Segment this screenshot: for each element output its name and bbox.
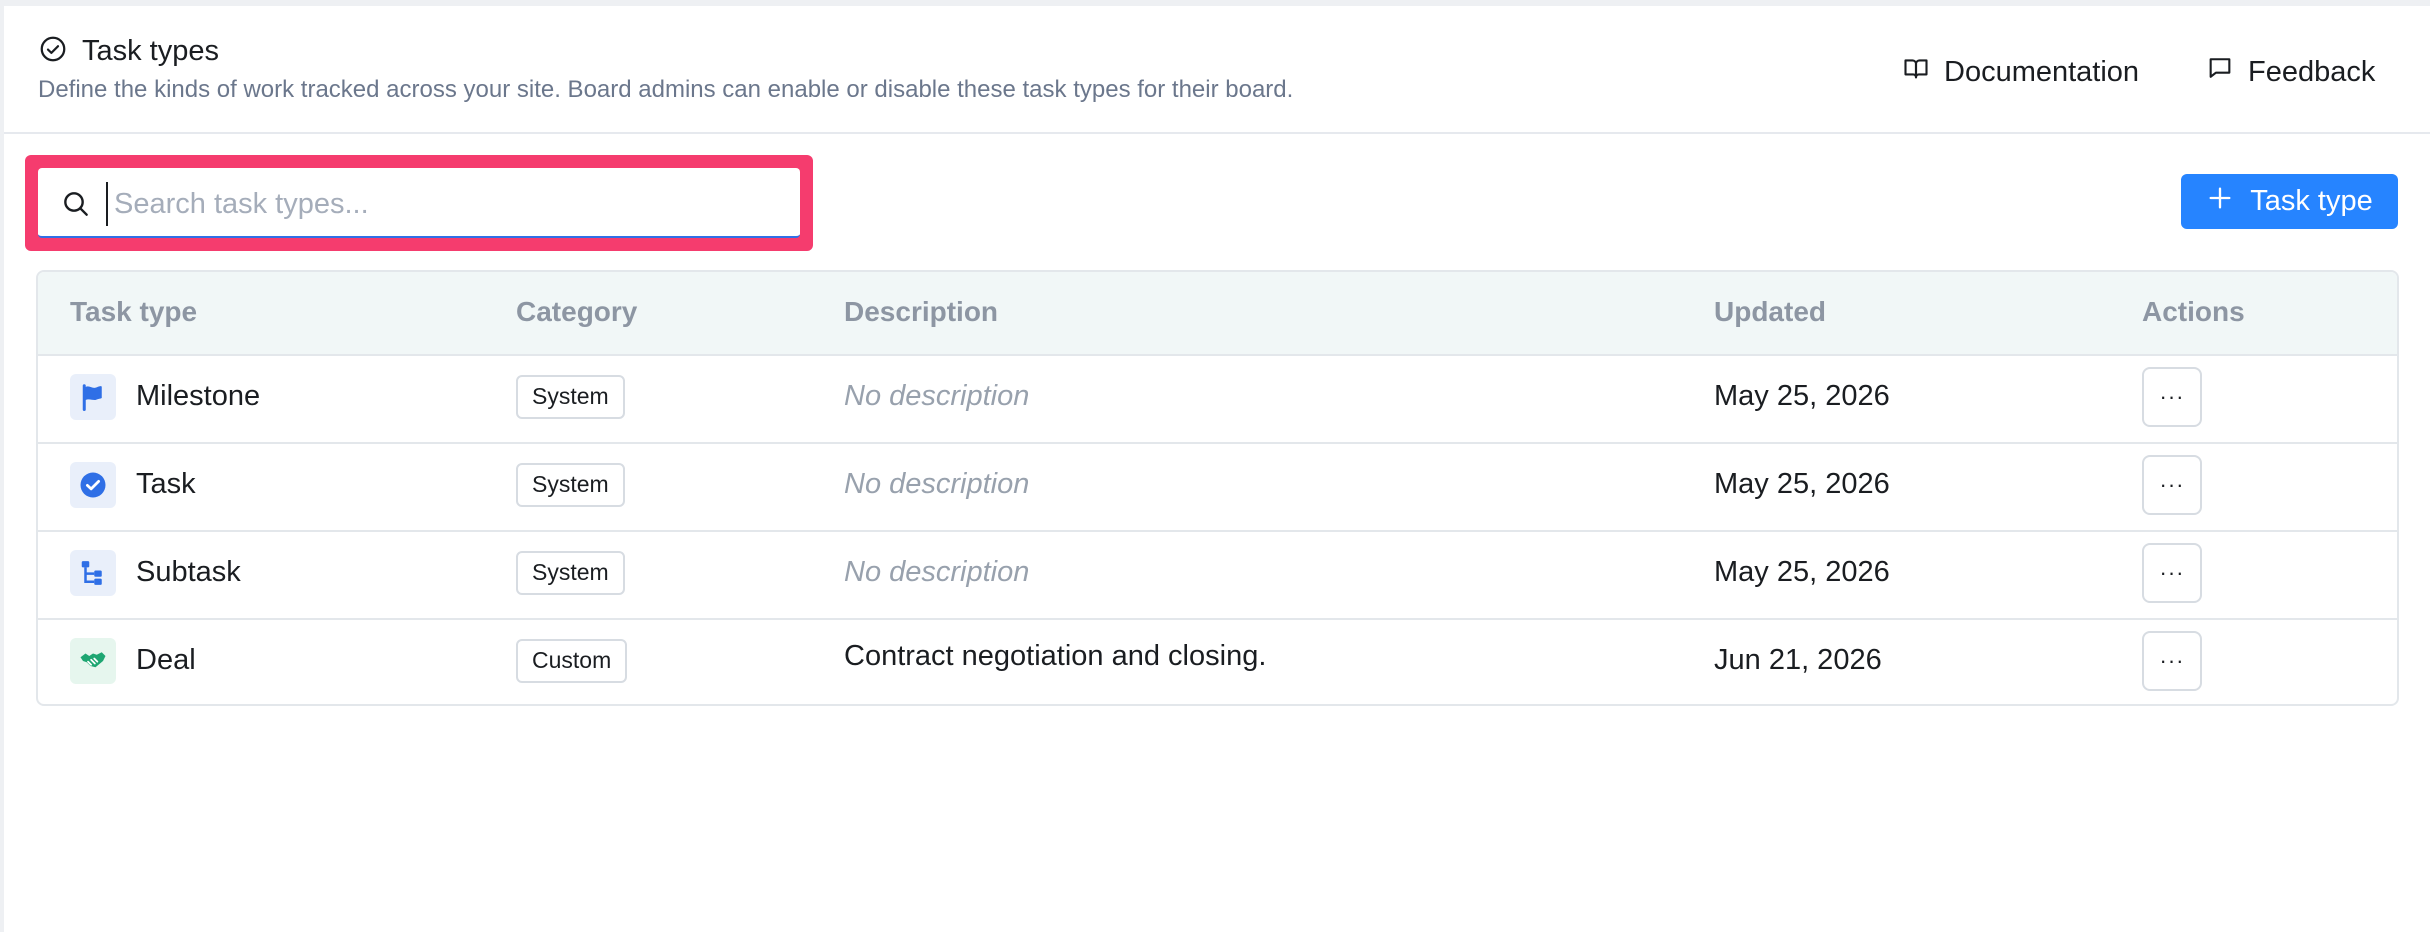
add-task-type-label: Task type: [2250, 185, 2373, 217]
book-icon: [1902, 54, 1930, 90]
column-header-updated: Updated: [1714, 296, 1826, 327]
message-icon: [2206, 54, 2234, 90]
page-title: Task types: [82, 35, 219, 67]
row-actions-button[interactable]: ···: [2142, 631, 2202, 691]
task-type-name: Subtask: [136, 556, 241, 588]
subtask-icon: [70, 550, 116, 596]
feedback-link[interactable]: Feedback: [2206, 54, 2375, 90]
check-circle-icon: [70, 462, 116, 508]
documentation-label: Documentation: [1944, 55, 2140, 88]
category-badge: System: [516, 463, 625, 507]
handshake-icon: [70, 638, 116, 684]
documentation-link[interactable]: Documentation: [1902, 54, 2139, 90]
updated-date: May 25, 2026: [1714, 380, 1890, 412]
flag-icon: [70, 374, 116, 420]
check-circle-icon: [38, 34, 68, 69]
table-row[interactable]: Task System No description May 25, 2026 …: [38, 442, 2397, 532]
row-actions-button[interactable]: ···: [2142, 367, 2202, 427]
updated-date: May 25, 2026: [1714, 556, 1890, 588]
search-box[interactable]: [38, 168, 800, 238]
description: No description: [844, 380, 1030, 412]
row-actions-button[interactable]: ···: [2142, 543, 2202, 603]
description: No description: [844, 556, 1030, 588]
category-badge: Custom: [516, 639, 628, 683]
page-header: Task types Define the kinds of work trac…: [4, 6, 2430, 134]
feedback-label: Feedback: [2248, 55, 2376, 88]
task-type-name: Milestone: [136, 380, 261, 412]
task-type-name: Deal: [136, 644, 196, 676]
task-type-name: Task: [136, 468, 196, 500]
updated-date: May 25, 2026: [1714, 468, 1890, 500]
table-header: Task type Category Description Updated A…: [38, 272, 2397, 356]
column-header-actions: Actions: [2142, 296, 2245, 327]
plus-icon: [2206, 184, 2234, 220]
task-types-table: Task type Category Description Updated A…: [36, 270, 2399, 706]
row-actions-button[interactable]: ···: [2142, 455, 2202, 515]
table-row[interactable]: Subtask System No description May 25, 20…: [38, 530, 2397, 620]
category-badge: System: [516, 375, 625, 419]
category-badge: System: [516, 551, 625, 595]
table-row[interactable]: Deal Custom Contract negotiation and clo…: [38, 618, 2397, 704]
description: Contract negotiation and closing.: [844, 640, 1267, 672]
column-header-task-type: Task type: [70, 296, 198, 327]
page-subtitle: Define the kinds of work tracked across …: [38, 76, 1294, 103]
column-header-description: Description: [844, 296, 999, 327]
column-header-category: Category: [516, 296, 638, 327]
description: No description: [844, 468, 1030, 500]
table-row[interactable]: Milestone System No description May 25, …: [38, 354, 2397, 444]
search-input[interactable]: [106, 182, 776, 226]
add-task-type-button[interactable]: Task type: [2181, 174, 2398, 229]
title-row: Task types: [38, 34, 219, 69]
updated-date: Jun 21, 2026: [1714, 644, 1882, 676]
